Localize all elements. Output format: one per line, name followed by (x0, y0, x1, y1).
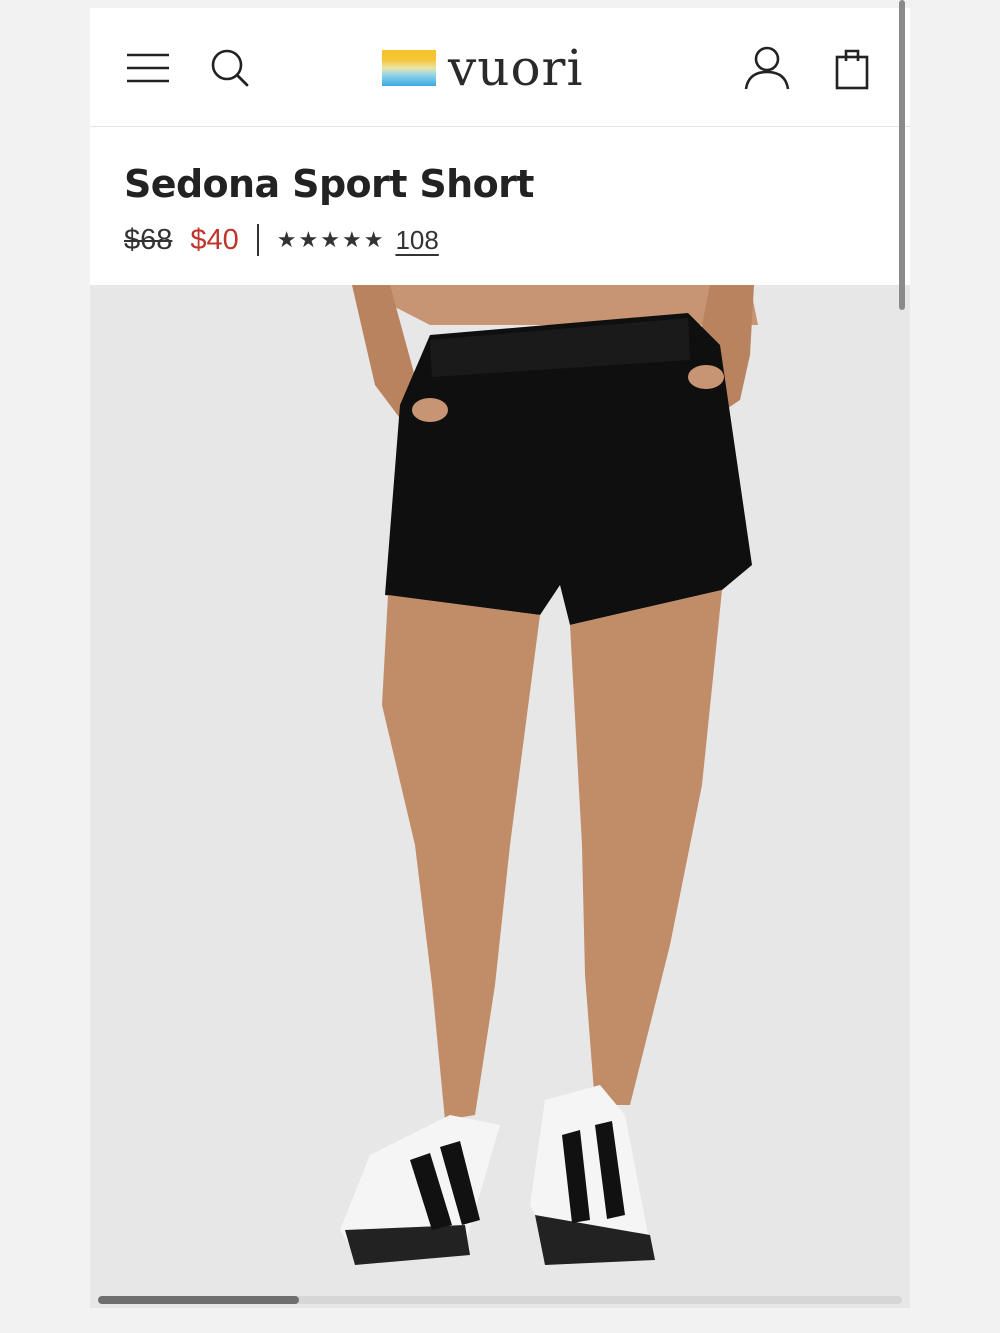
original-price: $68 (124, 223, 173, 256)
account-button[interactable] (742, 42, 792, 94)
torso-shape (352, 285, 758, 325)
left-hand-shape (412, 398, 448, 422)
product-title-block: Sedona Sport Short (124, 160, 534, 208)
brand-logo[interactable]: vuori (382, 39, 584, 97)
right-leg-shape (570, 590, 722, 1105)
review-count-link[interactable]: 108 (395, 225, 438, 256)
shopping-bag-icon (835, 49, 869, 90)
price-rating-row: $68 $40 ★ ★ ★ ★ ★ 108 (124, 220, 439, 260)
product-photo (340, 285, 758, 1265)
star-icon: ★ (363, 227, 384, 252)
account-icon (744, 46, 790, 90)
menu-button[interactable] (124, 46, 172, 90)
site-header: vuori (90, 8, 910, 127)
star-icon: ★ (298, 227, 319, 252)
cart-button[interactable] (830, 42, 874, 94)
sale-price: $40 (190, 223, 239, 256)
product-image[interactable] (90, 285, 910, 1308)
star-icon: ★ (276, 227, 297, 252)
logo-mark (382, 50, 436, 86)
product-page: vuori Sedona Sport Short $68 $40 ★ ★ ★ ★… (90, 8, 910, 1308)
star-icon: ★ (341, 227, 362, 252)
left-leg-shape (382, 595, 540, 1120)
image-carousel-scrollbar[interactable] (98, 1296, 902, 1304)
search-icon (211, 49, 249, 87)
left-shoe-sole (345, 1225, 470, 1265)
search-button[interactable] (206, 44, 254, 92)
brand-name: vuori (448, 39, 584, 97)
page-scrollbar[interactable] (899, 0, 905, 310)
star-icon: ★ (320, 227, 340, 252)
right-hand-shape (688, 365, 724, 389)
carousel-scroll-thumb[interactable] (98, 1296, 299, 1304)
divider (256, 224, 259, 256)
star-rating[interactable]: ★ ★ ★ ★ ★ (277, 229, 386, 251)
hamburger-menu-icon (127, 53, 169, 83)
product-title: Sedona Sport Short (124, 162, 534, 206)
